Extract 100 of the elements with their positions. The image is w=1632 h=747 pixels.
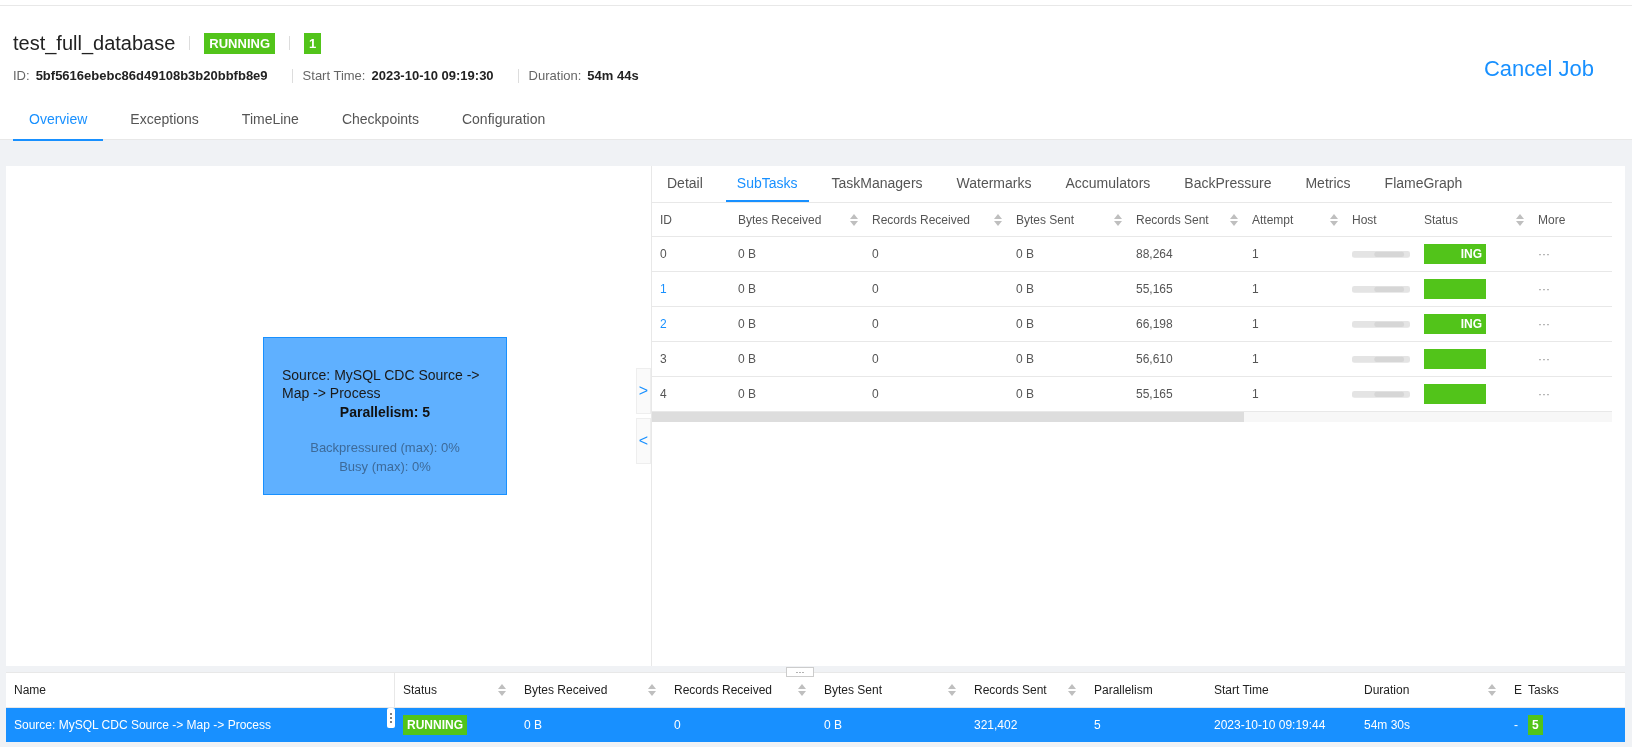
- count-badge: 1: [304, 32, 322, 54]
- table-cell: 1: [1252, 352, 1259, 366]
- graph-node[interactable]: Source: MySQL CDC Source -> Map -> Process Parallelism: 5 Backpressured (max): 0% Busy (max): 0%: [263, 337, 507, 495]
- table-cell: 1: [1252, 387, 1259, 401]
- table-cell: 56,610: [1136, 352, 1173, 366]
- column-header[interactable]: Duration: [1356, 673, 1506, 707]
- scrollbar-thumb[interactable]: [652, 412, 1244, 422]
- table-cell: 1: [1252, 317, 1259, 331]
- table-cell: 1: [660, 282, 667, 296]
- column-header[interactable]: Attempt: [1244, 203, 1344, 236]
- table-cell: 0 B: [1016, 247, 1034, 261]
- tab[interactable]: Accumulators: [1054, 166, 1162, 202]
- sort-icon[interactable]: [798, 684, 806, 696]
- tab[interactable]: Configuration: [445, 101, 562, 141]
- table-cell: 54m 30s: [1364, 718, 1411, 732]
- node-metric: Busy (max): 0%: [338, 458, 432, 476]
- tab[interactable]: Checkpoints: [325, 101, 435, 141]
- column-header[interactable]: Host: [1344, 203, 1416, 236]
- sort-icon[interactable]: [1230, 213, 1238, 226]
- table-cell: 2023-10-10 09:19:44: [1214, 718, 1326, 732]
- job-name: test_full_database: [13, 31, 176, 55]
- sort-icon[interactable]: [498, 684, 506, 696]
- sort-icon[interactable]: [850, 213, 858, 226]
- column-header[interactable]: Parallelism: [1086, 673, 1206, 707]
- sort-icon[interactable]: [1516, 213, 1524, 226]
- more-button[interactable]: ···: [1538, 387, 1550, 401]
- more-button[interactable]: ···: [1538, 282, 1550, 296]
- more-button[interactable]: ···: [1538, 352, 1550, 366]
- status-badge: [1424, 384, 1486, 404]
- column-resize-icon[interactable]: [387, 708, 395, 728]
- table-cell: 0: [872, 282, 879, 296]
- column-header[interactable]: E: [1506, 673, 1524, 707]
- table-cell: 0: [674, 718, 681, 732]
- column-header[interactable]: Bytes Received: [516, 673, 666, 707]
- table-cell: 66,198: [1136, 317, 1173, 331]
- table-cell: 0: [872, 317, 879, 331]
- sort-icon[interactable]: [1068, 684, 1076, 696]
- sort-icon[interactable]: [1330, 213, 1338, 226]
- tab[interactable]: TaskManagers: [820, 166, 934, 202]
- meta-label: ID:: [13, 68, 30, 83]
- table-cell: -: [1514, 718, 1518, 732]
- table-cell: 5: [1094, 718, 1101, 732]
- column-header[interactable]: Bytes Sent: [1008, 203, 1128, 236]
- table-cell: 0 B: [1016, 317, 1034, 331]
- column-header[interactable]: Bytes Sent: [816, 673, 966, 707]
- table-cell: 0 B: [824, 718, 842, 732]
- table-cell: 0 B: [1016, 282, 1034, 296]
- status-badge: [1424, 349, 1486, 369]
- status-badge: RUNNING: [204, 32, 275, 54]
- table-cell: 0: [872, 387, 879, 401]
- duration: 54m 44s: [587, 68, 639, 83]
- table-cell: 0 B: [738, 387, 756, 401]
- table-cell: 0 B: [738, 317, 756, 331]
- resize-handle[interactable]: ···: [786, 667, 814, 677]
- sort-icon[interactable]: [1488, 684, 1496, 696]
- column-header[interactable]: Records Sent: [1128, 203, 1244, 236]
- tab[interactable]: Metrics: [1294, 166, 1362, 202]
- table-cell: 55,165: [1136, 282, 1173, 296]
- tab[interactable]: Exceptions: [114, 101, 215, 141]
- sort-icon[interactable]: [948, 684, 956, 696]
- column-header[interactable]: Records Received: [864, 203, 1008, 236]
- table-cell: 321,402: [974, 718, 1018, 732]
- sort-icon[interactable]: [994, 213, 1002, 226]
- job-id: 5bf5616ebebc86d49108b3b20bbfb8e9: [35, 68, 268, 83]
- sort-icon[interactable]: [648, 684, 656, 696]
- column-header[interactable]: ID: [652, 203, 730, 236]
- tab[interactable]: Detail: [656, 166, 714, 202]
- tab[interactable]: Watermarks: [945, 166, 1043, 202]
- table-cell: 4: [660, 387, 667, 401]
- table-cell: 3: [660, 352, 667, 366]
- tab[interactable]: BackPressure: [1173, 166, 1283, 202]
- column-header[interactable]: Status: [1416, 203, 1530, 236]
- sort-icon[interactable]: [1114, 213, 1122, 226]
- table-cell: Source: MySQL CDC Source -> Map -> Process: [14, 718, 271, 732]
- column-header[interactable]: Bytes Received: [730, 203, 864, 236]
- tab[interactable]: FlameGraph: [1373, 166, 1474, 202]
- table-cell: 55,165: [1136, 387, 1173, 401]
- more-button[interactable]: ···: [1538, 317, 1550, 331]
- table-cell: 0 B: [524, 718, 542, 732]
- status-badge: ING: [1424, 244, 1486, 264]
- table-cell: 0 B: [1016, 352, 1034, 366]
- meta-label: Start Time:: [302, 68, 366, 83]
- column-header[interactable]: More: [1530, 203, 1586, 236]
- more-button[interactable]: ···: [1538, 247, 1550, 261]
- tab[interactable]: TimeLine: [225, 101, 315, 141]
- meta-label: Duration:: [528, 68, 582, 83]
- table-cell: 0 B: [738, 247, 756, 261]
- table-cell: 0: [872, 247, 879, 261]
- node-parallelism: Parallelism: 5: [338, 404, 432, 420]
- status-badge: RUNNING: [403, 715, 467, 735]
- table-cell: 0 B: [738, 282, 756, 296]
- column-header[interactable]: Name: [6, 673, 395, 707]
- table-cell: 1: [1252, 247, 1259, 261]
- status-badge: ING: [1424, 314, 1486, 334]
- column-header[interactable]: Status: [395, 673, 516, 707]
- status-badge: [1424, 279, 1486, 299]
- column-header[interactable]: Start Time: [1206, 673, 1356, 707]
- node-metric: Backpressured (max): 0%: [309, 439, 461, 457]
- table-cell: 0 B: [1016, 387, 1034, 401]
- column-header[interactable]: Records Sent: [966, 673, 1086, 707]
